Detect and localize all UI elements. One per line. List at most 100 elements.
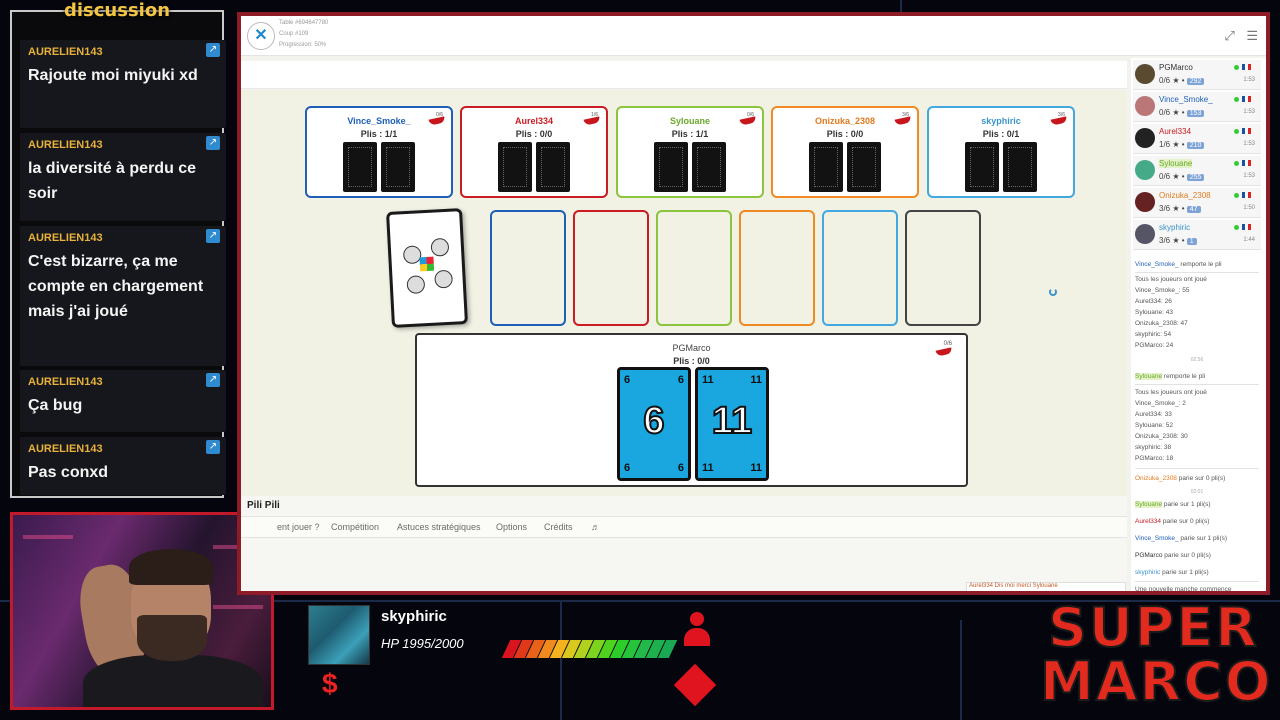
chat-text: Rajoute moi miyuki xd bbox=[28, 67, 198, 84]
game-header: ✕ Table #694647780 Coup #109 Progression… bbox=[241, 16, 1266, 56]
game-chat-line[interactable]: Aurel334 Dis moi merci Sylouane bbox=[966, 582, 1126, 591]
play-slot[interactable] bbox=[573, 210, 649, 326]
flag-icon bbox=[1242, 192, 1251, 198]
online-dot bbox=[1234, 97, 1239, 102]
flag-icon bbox=[1242, 224, 1251, 230]
hand-card[interactable]: 6 6 6 6 6 bbox=[617, 367, 691, 481]
share-icon[interactable]: ↗ bbox=[206, 229, 220, 243]
loading-spinner-icon bbox=[1049, 288, 1057, 296]
log-entry: Vince_Smoke_: 55 bbox=[1135, 287, 1190, 294]
log-entry: skyphiric: 38 bbox=[1135, 444, 1172, 451]
flag-icon bbox=[1242, 128, 1251, 134]
player-row[interactable]: Aurel334 1/6 ★ • 210 1:53 bbox=[1133, 124, 1261, 154]
share-icon[interactable]: ↗ bbox=[206, 43, 220, 57]
player-row[interactable]: Vince_Smoke_ 0/6 ★ • 153 1:53 bbox=[1133, 92, 1261, 122]
hidden-card bbox=[536, 142, 570, 192]
chat-username: AURELIEN143 bbox=[28, 232, 103, 244]
player-time: 1:53 bbox=[1243, 173, 1255, 179]
player-row[interactable]: Sylouane 0/6 ★ • 255 1:53 bbox=[1133, 156, 1261, 186]
log-entry: skyphiric parie sur 1 pli(s) bbox=[1135, 569, 1209, 576]
dollar-icon: $ bbox=[322, 668, 338, 699]
log-entry: Aurel334 parie sur 0 pli(s) bbox=[1135, 518, 1210, 525]
side-panel: PGMarco 0/6 ★ • 292 1:53 Vince_Smoke_ 0/… bbox=[1131, 58, 1266, 591]
game-tabs: ent jouer ? Compétition Astuces stratégi… bbox=[241, 516, 1127, 538]
card-corner: 6 bbox=[624, 374, 631, 386]
tab-options[interactable]: Options bbox=[496, 522, 527, 532]
log-entry: PGMarco parie sur 0 pli(s) bbox=[1135, 552, 1211, 559]
divider bbox=[1135, 468, 1259, 469]
log-entry: Onizuka_2308 parie sur 0 pli(s) bbox=[1135, 475, 1226, 482]
my-name: PGMarco bbox=[672, 343, 711, 353]
menu-icon[interactable]: ☰ bbox=[1246, 28, 1258, 43]
player-row[interactable]: PGMarco 0/6 ★ • 292 1:53 bbox=[1133, 60, 1261, 90]
play-slot[interactable] bbox=[905, 210, 981, 326]
subscriber-avatar bbox=[308, 605, 370, 665]
opponent-box: skyphiric Plis : 0/1 3/6 bbox=[927, 106, 1075, 198]
play-slot[interactable] bbox=[822, 210, 898, 326]
card-corner: 6 bbox=[677, 462, 684, 474]
game-title: Pili Pili bbox=[247, 500, 280, 511]
music-icon[interactable]: ♬ bbox=[591, 522, 600, 532]
game-table: Vince_Smoke_ Plis : 1/1 0/6 Aurel334 Pli… bbox=[241, 90, 1127, 504]
player-score: 3/6 ★ • 47 bbox=[1159, 204, 1201, 213]
avatar bbox=[1135, 128, 1155, 148]
fullscreen-icon[interactable]: ⤢ bbox=[1224, 28, 1234, 43]
player-row[interactable]: Onizuka_2308 3/6 ★ • 47 1:50 bbox=[1133, 188, 1261, 218]
player-name: Onizuka_2308 bbox=[1159, 191, 1211, 200]
online-dot bbox=[1234, 161, 1239, 166]
log-entry: Vince_Smoke_ remporte le pli bbox=[1135, 261, 1222, 268]
log-entry: Onizuka_2308: 30 bbox=[1135, 433, 1188, 440]
opponent-plis: Plis : 1/1 bbox=[671, 129, 709, 139]
hand-icon bbox=[434, 269, 454, 289]
tab-credits[interactable]: Crédits bbox=[544, 522, 573, 532]
player-score: 1/6 ★ • 210 bbox=[1159, 140, 1205, 149]
gem-icon bbox=[673, 663, 717, 707]
player-name: Sylouane bbox=[1159, 159, 1193, 168]
player-time: 1:50 bbox=[1243, 205, 1255, 211]
site-logo-icon[interactable]: ✕ bbox=[247, 22, 275, 50]
log-entry: Sylouane parie sur 1 pli(s) bbox=[1135, 501, 1211, 508]
chat-title: discussion bbox=[63, 0, 171, 21]
player-score: 0/6 ★ • 255 bbox=[1159, 172, 1205, 181]
table-number: Table #694647780 bbox=[279, 20, 329, 26]
player-row[interactable]: skyphiric 3/6 ★ • 1 1:44 bbox=[1133, 220, 1261, 250]
avatar bbox=[1135, 160, 1155, 180]
tab-how-to-play[interactable]: ent jouer ? bbox=[277, 522, 320, 532]
tab-competition[interactable]: Compétition bbox=[331, 522, 379, 532]
avatar bbox=[1135, 96, 1155, 116]
online-dot bbox=[1234, 193, 1239, 198]
share-icon[interactable]: ↗ bbox=[206, 373, 220, 387]
log-entry: skyphiric: 54 bbox=[1135, 331, 1172, 338]
streamer-body bbox=[83, 655, 263, 707]
play-slot[interactable] bbox=[656, 210, 732, 326]
log-entry: Vince_Smoke_: 2 bbox=[1135, 400, 1186, 407]
log-entry: Sylouane: 43 bbox=[1135, 309, 1173, 316]
play-slot[interactable] bbox=[739, 210, 815, 326]
share-icon[interactable]: ↗ bbox=[206, 440, 220, 454]
hp-text: HP 1995/2000 bbox=[381, 636, 464, 651]
opponent-plis: Plis : 0/0 bbox=[826, 129, 864, 139]
opponent-box: Onizuka_2308 Plis : 0/0 3/6 bbox=[771, 106, 919, 198]
opponent-box: Aurel334 Plis : 0/0 1/6 bbox=[460, 106, 608, 198]
log-entry: Tous les joueurs ont joué bbox=[1135, 276, 1207, 283]
log-entry: Tous les joueurs ont joué bbox=[1135, 389, 1207, 396]
player-name: Aurel334 bbox=[1159, 127, 1192, 136]
hidden-card bbox=[343, 142, 377, 192]
flag-icon bbox=[1242, 160, 1251, 166]
opponent-plis: Plis : 1/1 bbox=[360, 129, 398, 139]
share-icon[interactable]: ↗ bbox=[206, 136, 220, 150]
channel-logo: SUPER MARCO bbox=[1039, 595, 1272, 718]
card-corner: 11 bbox=[702, 462, 714, 474]
hidden-card bbox=[692, 142, 726, 192]
avatar bbox=[1135, 64, 1155, 84]
move-number: Coup #109 bbox=[279, 31, 309, 37]
hand-card[interactable]: 11 11 11 11 11 bbox=[695, 367, 769, 481]
chat-text: C'est bizarre, ça me compte en chargemen… bbox=[28, 253, 204, 320]
chat-username: AURELIEN143 bbox=[28, 376, 103, 388]
streamer-hair bbox=[129, 549, 213, 585]
hand-icon bbox=[406, 275, 426, 295]
tab-strategy-tips[interactable]: Astuces stratégiques bbox=[397, 522, 481, 532]
card-value: 6 bbox=[642, 399, 665, 443]
player-name: skyphiric bbox=[1159, 223, 1191, 232]
play-slot[interactable] bbox=[490, 210, 566, 326]
